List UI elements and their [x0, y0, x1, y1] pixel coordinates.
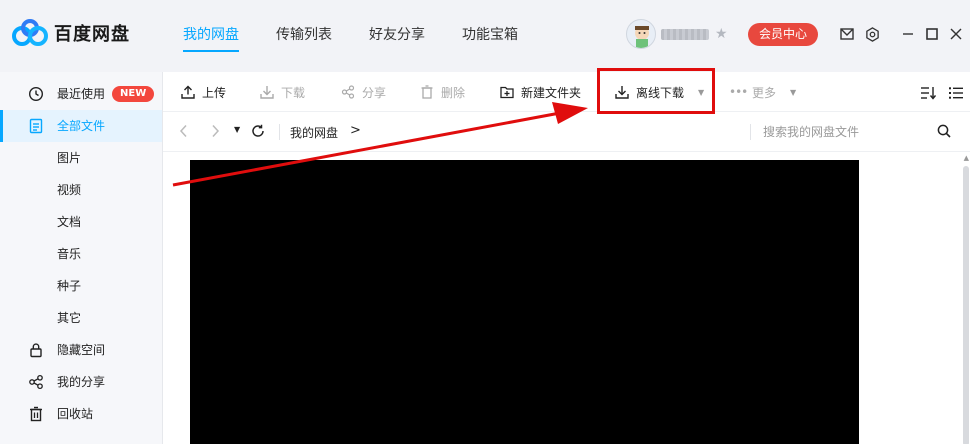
sidebar-item-label: 图片	[57, 151, 82, 165]
file-toolbar: 上传 下载 分享 删除 新建文件夹 离线下载 ▼ ••• 更多 ▼	[163, 72, 970, 112]
vip-level-icon: ★	[715, 26, 728, 42]
sidebar-item-label: 最近使用	[57, 87, 106, 101]
clock-icon	[28, 86, 44, 102]
sidebar-item-label: 隐藏空间	[57, 343, 106, 357]
new-folder-label: 新建文件夹	[521, 85, 582, 100]
refresh-icon	[252, 124, 264, 137]
maximize-icon[interactable]	[924, 26, 940, 42]
minimize-icon[interactable]	[900, 26, 916, 42]
sidebar-item-music[interactable]: 音乐	[0, 238, 162, 270]
main-nav: 我的网盘 传输列表 好友分享 功能宝箱	[183, 24, 555, 52]
refresh-button[interactable]	[251, 124, 265, 142]
lock-icon	[30, 343, 42, 358]
username-masked	[661, 29, 709, 40]
delete-button[interactable]: 删除	[420, 83, 465, 101]
sidebar-item-all-files[interactable]: 全部文件	[0, 110, 162, 142]
upload-label: 上传	[202, 85, 227, 100]
new-folder-button[interactable]: 新建文件夹	[500, 83, 581, 101]
search-icon	[937, 124, 951, 138]
divider	[750, 124, 751, 140]
share-icon	[29, 374, 43, 390]
redacted-content	[190, 160, 859, 444]
trash-icon	[30, 406, 42, 422]
search-button[interactable]	[937, 124, 951, 142]
new-folder-icon	[500, 86, 514, 99]
chevron-left-icon	[179, 124, 187, 138]
sort-button[interactable]	[920, 84, 936, 102]
new-badge: NEW	[112, 86, 155, 102]
tab-toolbox[interactable]: 功能宝箱	[462, 24, 518, 44]
delete-label: 删除	[441, 85, 466, 100]
back-button[interactable]	[179, 124, 189, 142]
file-list-area: ▲	[163, 152, 970, 444]
more-label: 更多	[752, 85, 777, 100]
list-view-button[interactable]	[948, 84, 964, 102]
history-dropdown-icon[interactable]: ▼	[234, 125, 240, 134]
divider	[279, 124, 280, 140]
scroll-thumb[interactable]	[963, 166, 969, 444]
sidebar-item-label: 文档	[57, 215, 82, 229]
app-logo: 百度网盘	[12, 19, 130, 47]
sidebar-item-my-shares[interactable]: 我的分享	[0, 366, 162, 398]
cloud-logo-icon	[12, 19, 48, 46]
close-icon[interactable]	[948, 26, 964, 42]
download-label: 下载	[281, 85, 306, 100]
sidebar-item-label: 其它	[57, 311, 82, 325]
sidebar-item-images[interactable]: 图片	[0, 142, 162, 174]
sidebar-item-recycle-bin[interactable]: 回收站	[0, 398, 162, 430]
sidebar-item-videos[interactable]: 视频	[0, 174, 162, 206]
title-bar: 百度网盘 我的网盘 传输列表 好友分享 功能宝箱 ★ 会员中心	[0, 0, 970, 72]
list-view-icon	[949, 87, 963, 99]
sidebar-item-label: 回收站	[57, 407, 94, 421]
download-button[interactable]: 下载	[260, 83, 305, 101]
sort-icon	[921, 87, 936, 100]
avatar-icon	[635, 26, 649, 48]
sidebar-item-hidden-space[interactable]: 隐藏空间	[0, 334, 162, 366]
scrollbar[interactable]: ▲	[962, 152, 970, 444]
more-button[interactable]: ••• 更多 ▼	[729, 83, 796, 101]
upload-button[interactable]: 上传	[181, 83, 226, 101]
sidebar-item-recent[interactable]: 最近使用 NEW	[0, 78, 162, 110]
sidebar-item-label: 全部文件	[57, 119, 106, 133]
breadcrumb-separator: >	[350, 123, 361, 138]
app-name: 百度网盘	[54, 24, 130, 45]
tab-my-drive[interactable]: 我的网盘	[183, 24, 239, 52]
file-icon	[29, 118, 43, 134]
upload-icon	[181, 85, 195, 99]
chevron-right-icon	[212, 124, 220, 138]
chevron-down-icon[interactable]: ▼	[790, 88, 796, 97]
share-button[interactable]: 分享	[341, 83, 386, 101]
mail-icon[interactable]	[839, 26, 855, 42]
download-icon	[260, 86, 274, 99]
search-input[interactable]	[763, 123, 923, 141]
more-dots-icon: •••	[729, 85, 748, 99]
sidebar-item-label: 视频	[57, 183, 82, 197]
sidebar-item-label: 音乐	[57, 247, 82, 261]
scroll-up-icon[interactable]: ▲	[964, 154, 969, 162]
settings-icon[interactable]	[864, 26, 880, 42]
tab-transfer-list[interactable]: 传输列表	[276, 24, 332, 44]
address-bar: ▼ 我的网盘 >	[163, 112, 970, 152]
sidebar-item-documents[interactable]: 文档	[0, 206, 162, 238]
sidebar-item-torrents[interactable]: 种子	[0, 270, 162, 302]
sidebar-item-others[interactable]: 其它	[0, 302, 162, 334]
trash-icon	[421, 85, 433, 99]
member-center-button[interactable]: 会员中心	[748, 23, 818, 46]
forward-button[interactable]	[210, 124, 220, 142]
avatar[interactable]	[626, 19, 656, 49]
tab-friend-share[interactable]: 好友分享	[369, 24, 425, 44]
sidebar-item-label: 种子	[57, 279, 82, 293]
highlight-box	[597, 68, 715, 114]
sidebar-item-label: 我的分享	[57, 375, 106, 389]
share-label: 分享	[362, 85, 387, 100]
sidebar: 最近使用 NEW 全部文件 图片 视频 文档 音乐 种子 其它 隐藏空间 我的分…	[0, 72, 163, 444]
share-icon	[341, 85, 355, 99]
breadcrumb-my-drive[interactable]: 我的网盘	[290, 124, 338, 141]
